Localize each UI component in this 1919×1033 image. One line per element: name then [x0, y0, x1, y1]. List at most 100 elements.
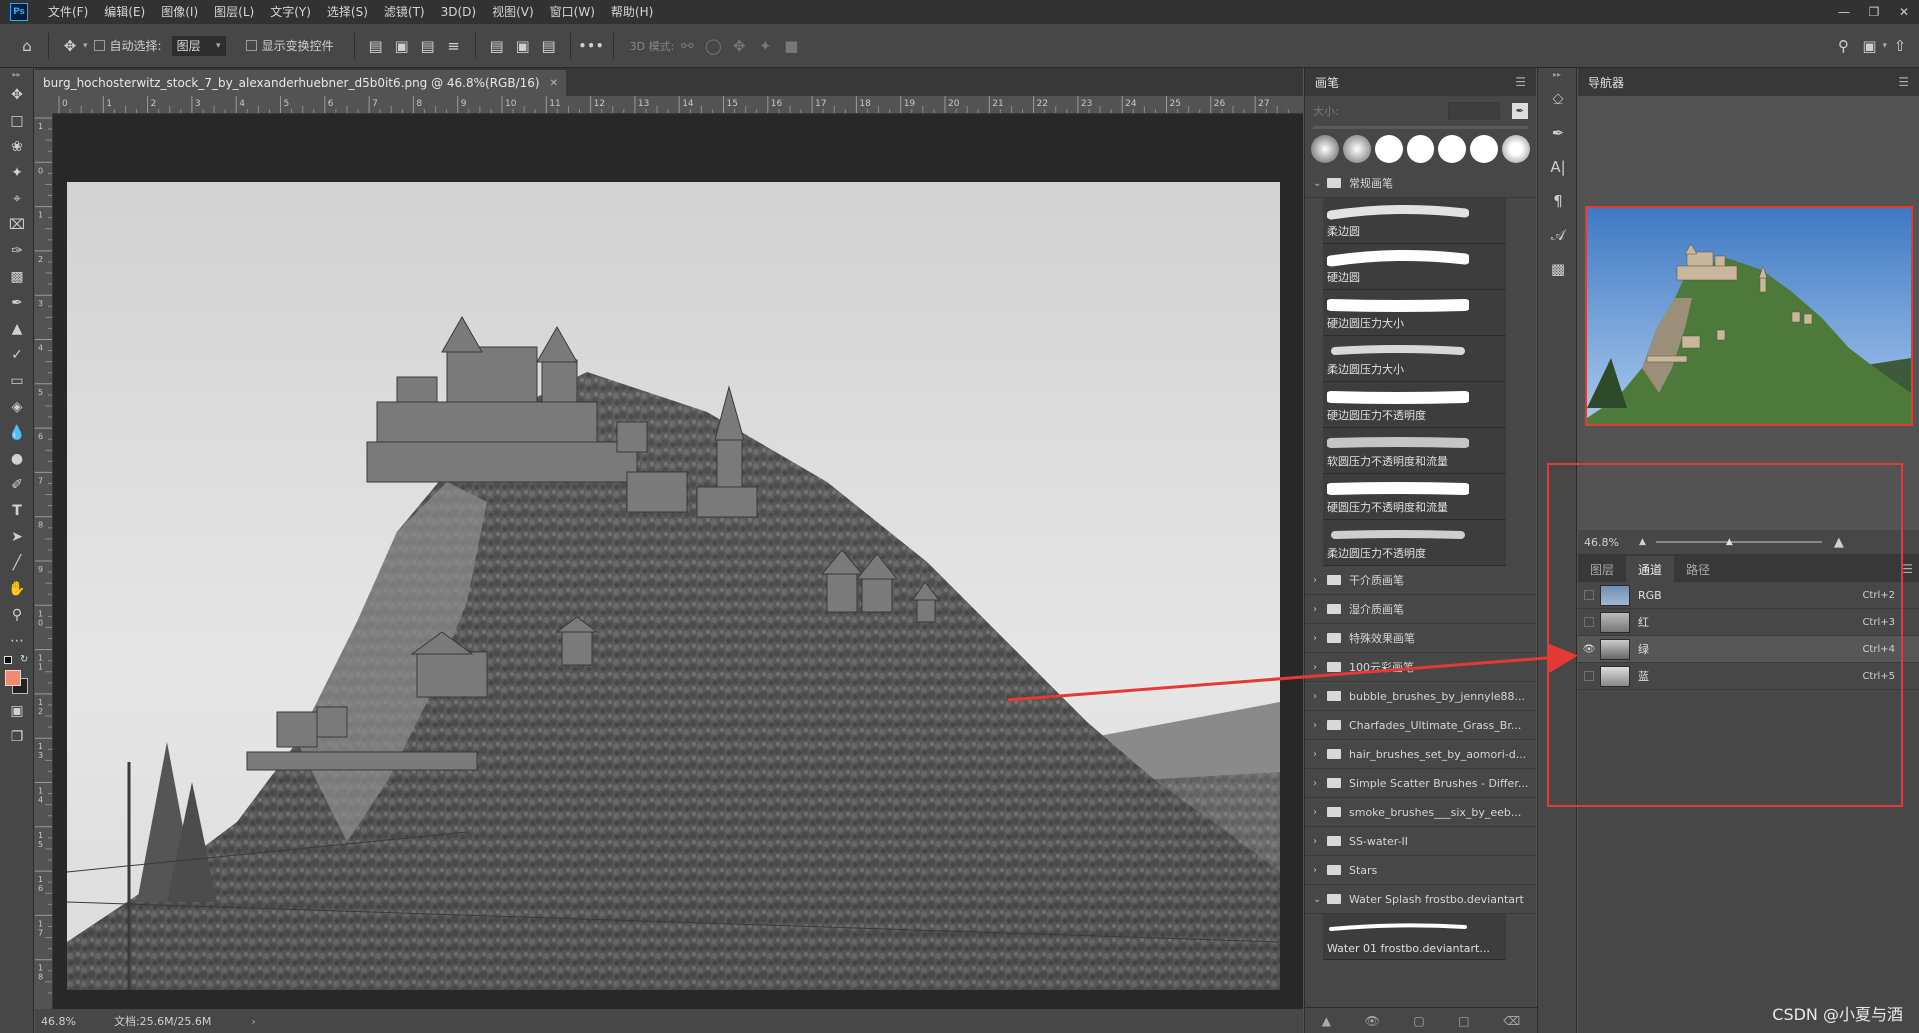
collapse-panels-icon[interactable]: ▸▸ [1538, 68, 1576, 82]
brush-item[interactable]: 柔边圆压力不透明度 [1323, 520, 1506, 566]
channel-row-green[interactable]: 👁 绿 Ctrl+4 [1578, 636, 1919, 663]
3d-roll-icon[interactable]: ◯ [700, 33, 726, 59]
brush-item[interactable]: 柔边圆 [1323, 198, 1506, 244]
align-left-icon[interactable]: ▤ [363, 33, 389, 59]
stamp-tool-icon[interactable]: ▲ [0, 316, 34, 342]
menu-select[interactable]: 选择(S) [319, 0, 376, 24]
brush-folder[interactable]: › hair_brushes_set_by_aomori-d... [1305, 740, 1536, 769]
zoom-tool-icon[interactable]: ⚲ [0, 602, 34, 628]
3d-orbit-icon[interactable]: ⚯ [674, 33, 700, 59]
3d-camera-icon[interactable]: ■ [778, 33, 804, 59]
brush-tool-icon[interactable]: ✒ [0, 290, 34, 316]
eye-icon[interactable]: 👁 [1365, 1014, 1380, 1028]
brush-size-input[interactable] [1448, 102, 1500, 120]
brushes-panel-title[interactable]: 画笔 [1315, 74, 1339, 91]
blur-tool-icon[interactable]: 💧 [0, 420, 34, 446]
vertical-ruler[interactable]: 10123456789101112131415161718 [35, 114, 53, 1009]
brush-item[interactable]: 硬边圆压力大小 [1323, 290, 1506, 336]
3d-slide-icon[interactable]: ✦ [752, 33, 778, 59]
menu-3d[interactable]: 3D(D) [433, 0, 484, 24]
panel-menu-icon[interactable]: ☰ [1902, 562, 1913, 576]
foreground-color-swatch[interactable] [5, 670, 21, 686]
align-right-icon[interactable]: ▤ [415, 33, 441, 59]
visibility-toggle[interactable] [1578, 582, 1600, 609]
chevron-down-icon[interactable]: ▾ [83, 41, 88, 51]
preset-hard-round-icon[interactable] [1406, 135, 1435, 163]
channel-row-blue[interactable]: 蓝 Ctrl+5 [1578, 663, 1919, 690]
channel-row-rgb[interactable]: RGB Ctrl+2 [1578, 582, 1919, 609]
navigator-zoom-value[interactable]: 46.8% [1584, 536, 1619, 549]
document-tab[interactable]: burg_hochosterwitz_stock_7_by_alexanderh… [35, 70, 566, 96]
align-top-icon[interactable]: ▤ [484, 33, 510, 59]
brush-item[interactable]: 软圆压力不透明度和流量 [1323, 428, 1506, 474]
navigator-zoom-slider[interactable]: ▲ [1655, 537, 1822, 547]
navigator-panel-title[interactable]: 导航器 [1588, 74, 1624, 91]
preset-soft-round-icon[interactable] [1342, 135, 1371, 163]
marquee-tool-icon[interactable]: □ [0, 108, 34, 134]
close-icon[interactable]: ✕ [1889, 0, 1919, 24]
more-options-icon[interactable]: ••• [579, 39, 605, 53]
glyphs-icon[interactable]: 𝒜 [1538, 218, 1578, 252]
brush-folder[interactable]: › smoke_brushes___six_by_eeb... [1305, 798, 1536, 827]
minimize-icon[interactable]: — [1829, 0, 1859, 24]
preset-hard-round-icon[interactable] [1470, 135, 1499, 163]
paint-bucket-tool-icon[interactable]: ◈ [0, 394, 34, 420]
history-brush-tool-icon[interactable]: ✓ [0, 342, 34, 368]
share-icon[interactable]: ⇧ [1887, 33, 1913, 59]
close-icon[interactable]: ✕ [550, 78, 558, 89]
preset-hard-round-icon[interactable] [1438, 135, 1467, 163]
workspace-icon[interactable]: ▣ [1856, 33, 1882, 59]
brush-folder[interactable]: › Simple Scatter Brushes - Differ... [1305, 769, 1536, 798]
brush-folder-water[interactable]: ⌄ Water Splash frostbo.deviantart [1305, 885, 1536, 914]
menu-view[interactable]: 视图(V) [484, 0, 542, 24]
trash-icon[interactable]: ⌫ [1503, 1014, 1520, 1028]
brush-folder[interactable]: › Charfades_Ultimate_Grass_Br... [1305, 711, 1536, 740]
tab-paths[interactable]: 路径 [1674, 556, 1722, 582]
collapse-toolbar-icon[interactable]: ▸▸ [0, 68, 33, 82]
menu-image[interactable]: 图像(I) [153, 0, 206, 24]
eye-icon[interactable]: 👁 [1578, 636, 1600, 663]
type-tool-icon[interactable]: T [0, 498, 34, 524]
brush-item[interactable]: Water 01 frostbo.deviantart... [1323, 914, 1506, 960]
brush-item[interactable]: 硬圆压力不透明度和流量 [1323, 474, 1506, 520]
brush-folder[interactable]: › SS-water-II [1305, 827, 1536, 856]
align-hcenter-icon[interactable]: ▣ [389, 33, 415, 59]
brush-folder[interactable]: › 特殊效果画笔 [1305, 624, 1536, 653]
brush-item[interactable]: 柔边圆压力大小 [1323, 336, 1506, 382]
menu-edit[interactable]: 编辑(E) [96, 0, 153, 24]
brush-item[interactable]: 硬边圆压力不透明度 [1323, 382, 1506, 428]
pen-tool-icon[interactable]: ✐ [0, 472, 34, 498]
panel-menu-icon[interactable]: ☰ [1898, 75, 1909, 89]
screen-mode-icon[interactable]: ❐ [0, 724, 34, 750]
canvas-image[interactable] [67, 182, 1280, 990]
size-slider-icon[interactable]: ▲ [1322, 1014, 1331, 1028]
menu-layer[interactable]: 图层(L) [206, 0, 262, 24]
default-colors-icon[interactable] [4, 656, 12, 664]
auto-select-checkbox[interactable] [93, 40, 105, 51]
tab-layers[interactable]: 图层 [1578, 556, 1626, 582]
brush-settings-icon[interactable]: ✒ [1538, 116, 1578, 150]
new-brush-icon[interactable]: □ [1458, 1014, 1469, 1028]
healing-tool-icon[interactable]: ▩ [0, 264, 34, 290]
visibility-toggle[interactable] [1578, 609, 1600, 636]
menu-window[interactable]: 窗口(W) [542, 0, 603, 24]
quick-mask-icon[interactable]: ▣ [0, 698, 34, 724]
brush-folder[interactable]: › Stars [1305, 856, 1536, 885]
slider-thumb-icon[interactable]: ▲ [1726, 537, 1733, 547]
brush-folder-general[interactable]: ⌄ 常规画笔 [1305, 169, 1536, 198]
brush-folder[interactable]: › 100云彩画笔 [1305, 653, 1536, 682]
move-tool-icon[interactable]: ✥ [57, 33, 83, 59]
character-icon[interactable]: A| [1538, 150, 1578, 184]
align-vcenter-icon[interactable]: ▣ [510, 33, 536, 59]
lasso-tool-icon[interactable]: ❀ [0, 134, 34, 160]
swap-colors-icon[interactable]: ↻ [20, 654, 28, 665]
preset-soft-round-icon[interactable] [1311, 135, 1339, 163]
move-tool-icon[interactable]: ✥ [0, 82, 34, 108]
preset-soft-round-icon[interactable] [1502, 135, 1531, 163]
new-brush-icon[interactable]: ✒ [1512, 103, 1528, 119]
hand-tool-icon[interactable]: ✋ [0, 576, 34, 602]
panel-menu-icon[interactable]: ☰ [1515, 75, 1526, 89]
zoom-out-icon[interactable]: ▲ [1639, 537, 1646, 547]
horizontal-ruler[interactable]: 0 1 2 3 4 5 6 7 8 9 10 11 12 13 14 15 16 17 18 19 20 21 22 23 24… [53, 96, 1303, 114]
menu-filter[interactable]: 滤镜(T) [376, 0, 433, 24]
